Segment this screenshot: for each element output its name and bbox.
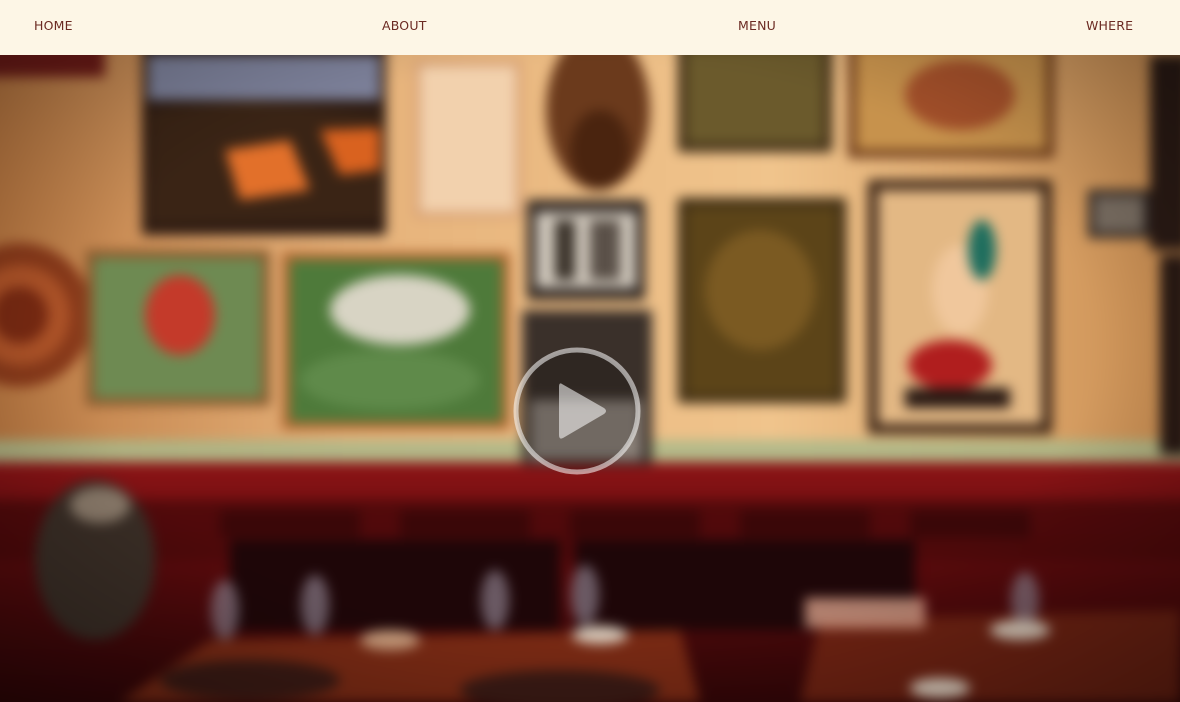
hero-video[interactable] <box>0 55 1180 702</box>
top-navigation: HOME ABOUT MENU WHERE <box>0 0 1180 55</box>
play-icon[interactable] <box>512 346 642 476</box>
nav-home-link[interactable]: HOME <box>34 18 73 34</box>
nav-menu-link[interactable]: MENU <box>738 18 776 34</box>
nav-where-link[interactable]: WHERE <box>1086 18 1133 34</box>
nav-about-link[interactable]: ABOUT <box>382 18 427 34</box>
